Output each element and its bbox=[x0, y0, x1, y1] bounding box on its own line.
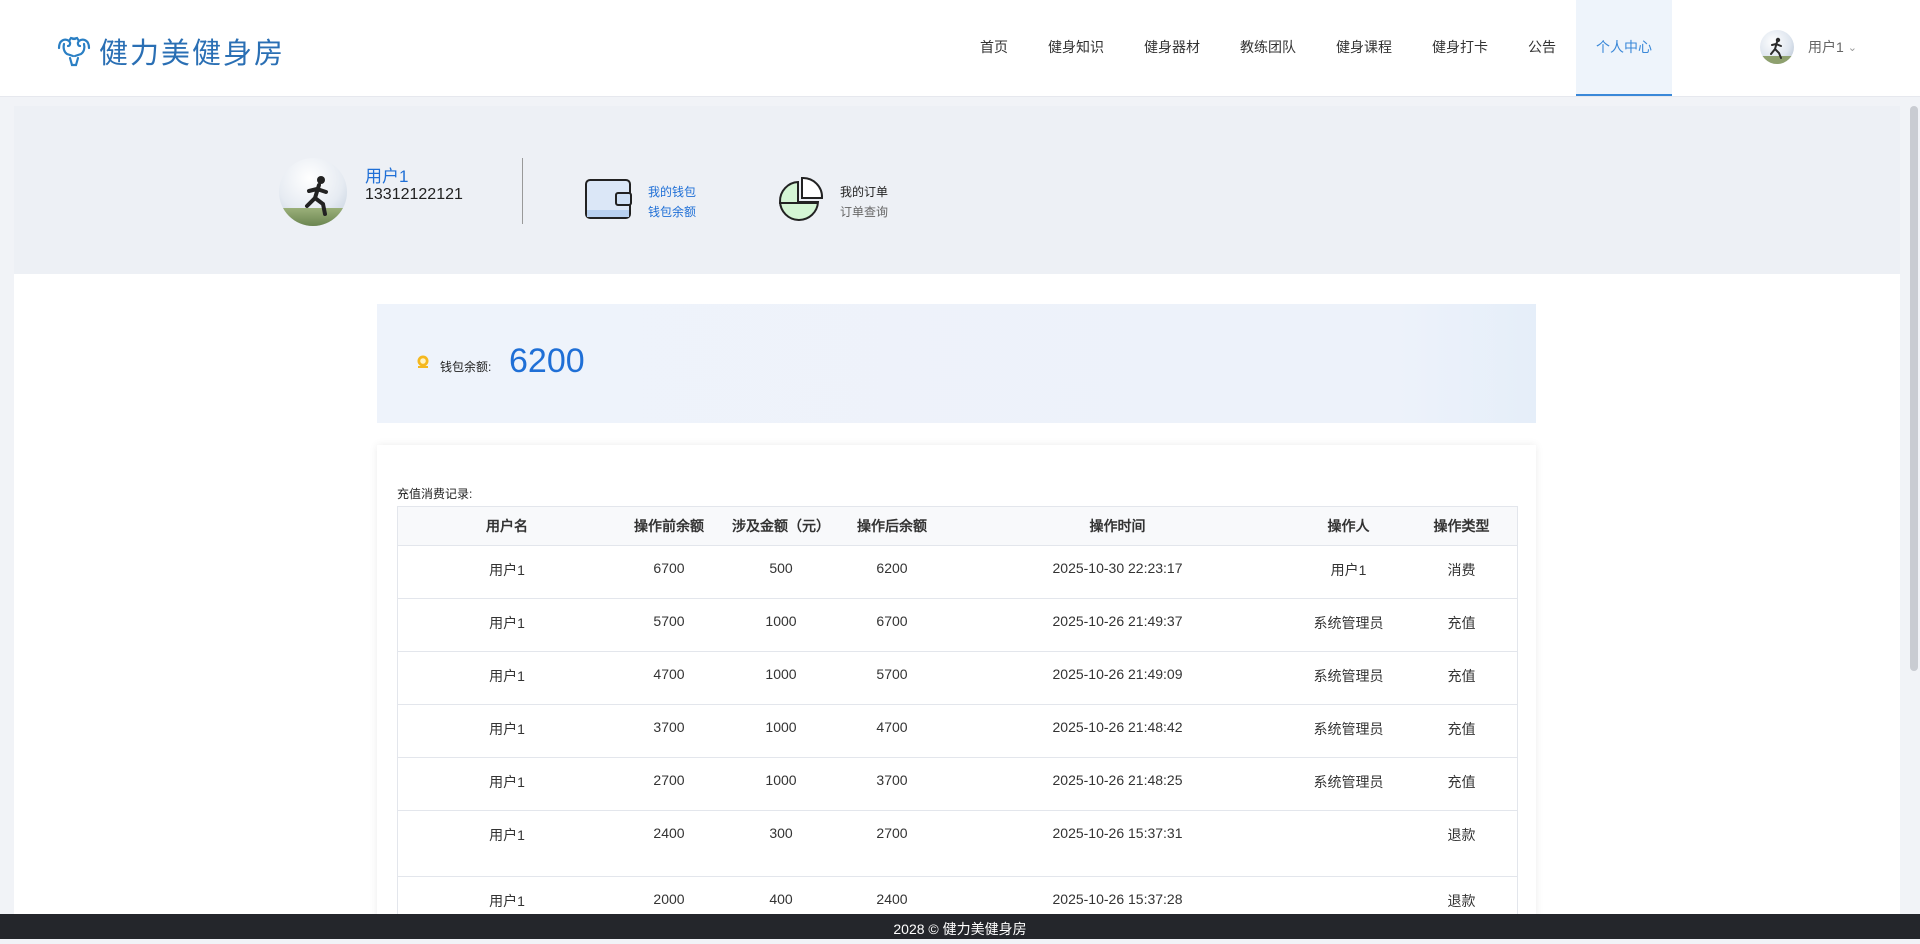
col-amount: 涉及金额（元） bbox=[732, 518, 830, 534]
cell-balance-before: 6700 bbox=[653, 560, 685, 576]
col-balance-before: 操作前余额 bbox=[634, 518, 704, 534]
table-row: 用户1 2400 300 2700 2025-10-26 15:37:31 退款 bbox=[398, 811, 1517, 877]
cell-username: 用户1 bbox=[489, 827, 525, 843]
records-title: 充值消费记录: bbox=[397, 487, 473, 501]
nav-home[interactable]: 首页 bbox=[960, 0, 1028, 96]
user-menu[interactable]: 用户1 ⌄ bbox=[1760, 30, 1857, 64]
records-card: 充值消费记录: 用户名 操作前余额 涉及金额（元） 操作后余额 操作时间 操作人… bbox=[377, 445, 1536, 930]
brand-logo[interactable]: 健力美健身房 bbox=[55, 30, 285, 72]
top-header: 健力美健身房 首页 健身知识 健身器材 教练团队 健身课程 健身打卡 公告 个人… bbox=[0, 0, 1920, 97]
page-scrollbar[interactable] bbox=[1910, 106, 1918, 671]
table-header: 用户名 操作前余额 涉及金额（元） 操作后余额 操作时间 操作人 操作类型 bbox=[398, 507, 1517, 546]
cell-balance-before: 3700 bbox=[653, 719, 685, 735]
col-balance-after: 操作后余额 bbox=[857, 518, 927, 534]
cell-type: 充值 bbox=[1447, 615, 1476, 631]
nav-courses[interactable]: 健身课程 bbox=[1316, 0, 1412, 96]
col-time: 操作时间 bbox=[1089, 518, 1146, 534]
page-footer: 2028 © 健力美健身房 bbox=[0, 914, 1920, 939]
nav-check-in[interactable]: 健身打卡 bbox=[1412, 0, 1508, 96]
cell-operator: 系统管理员 bbox=[1313, 721, 1384, 737]
runner-icon bbox=[305, 176, 328, 216]
cell-time: 2025-10-26 15:37:31 bbox=[1052, 825, 1183, 841]
cell-operator: 系统管理员 bbox=[1313, 615, 1384, 631]
cell-balance-after: 6200 bbox=[876, 560, 908, 576]
nav-personal-center[interactable]: 个人中心 bbox=[1576, 0, 1672, 96]
cell-balance-after: 4700 bbox=[876, 719, 908, 735]
table-row: 用户1 5700 1000 6700 2025-10-26 21:49:37 系… bbox=[398, 599, 1517, 652]
cell-operator: 系统管理员 bbox=[1313, 774, 1384, 790]
avatar bbox=[1760, 30, 1794, 64]
cell-time: 2025-10-26 21:48:25 bbox=[1052, 772, 1183, 788]
cell-username: 用户1 bbox=[489, 615, 525, 631]
brand-name: 健力美健身房 bbox=[99, 36, 286, 70]
nav-coach-team[interactable]: 教练团队 bbox=[1220, 0, 1316, 96]
nav-fitness-knowledge[interactable]: 健身知识 bbox=[1028, 0, 1124, 96]
nav-equipment[interactable]: 健身器材 bbox=[1124, 0, 1220, 96]
profile-phone: 13312122121 bbox=[365, 186, 463, 203]
cell-balance-before: 5700 bbox=[653, 613, 685, 629]
cell-time: 2025-10-26 21:48:42 bbox=[1052, 719, 1183, 735]
cell-username: 用户1 bbox=[489, 668, 525, 684]
table-row: 用户1 6700 500 6200 2025-10-30 22:23:17 用户… bbox=[398, 546, 1517, 599]
divider bbox=[522, 158, 523, 224]
cell-amount: 300 bbox=[769, 825, 793, 841]
wallet-title: 我的钱包 bbox=[648, 185, 697, 199]
balance-card: 钱包余额: 6200 bbox=[377, 304, 1536, 423]
wallet-subtitle: 钱包余额 bbox=[648, 205, 697, 219]
cell-type: 充值 bbox=[1447, 774, 1476, 790]
cell-amount: 500 bbox=[769, 560, 793, 576]
records-table: 用户名 操作前余额 涉及金额（元） 操作后余额 操作时间 操作人 操作类型 用户… bbox=[397, 506, 1518, 930]
cell-balance-after: 5700 bbox=[876, 666, 908, 682]
profile-avatar bbox=[279, 158, 347, 226]
cell-username: 用户1 bbox=[489, 774, 525, 790]
runner-icon bbox=[1760, 37, 1794, 64]
cell-balance-after: 3700 bbox=[876, 772, 908, 788]
wallet-icon[interactable] bbox=[584, 178, 634, 220]
cell-amount: 1000 bbox=[765, 719, 797, 735]
cell-balance-before: 2700 bbox=[653, 772, 685, 788]
cell-amount: 1000 bbox=[765, 666, 797, 682]
profile-username: 用户1 bbox=[365, 167, 409, 186]
wallet-link[interactable]: 我的钱包 钱包余额 bbox=[648, 182, 696, 222]
table-row: 用户1 2700 1000 3700 2025-10-26 21:48:25 系… bbox=[398, 758, 1517, 811]
table-row: 用户1 4700 1000 5700 2025-10-26 21:49:09 系… bbox=[398, 652, 1517, 705]
muscle-arm-icon bbox=[57, 36, 91, 67]
balance-label: 钱包余额: bbox=[440, 360, 492, 374]
col-type: 操作类型 bbox=[1433, 518, 1490, 534]
cell-amount: 1000 bbox=[765, 772, 797, 788]
table-row: 用户1 3700 1000 4700 2025-10-26 21:48:42 系… bbox=[398, 705, 1517, 758]
cell-time: 2025-10-30 22:23:17 bbox=[1052, 560, 1183, 576]
balance-value: 6200 bbox=[509, 342, 585, 380]
cell-balance-after: 2700 bbox=[876, 825, 908, 841]
orders-subtitle: 订单查询 bbox=[840, 205, 889, 219]
cell-amount: 1000 bbox=[765, 613, 797, 629]
cell-type: 消费 bbox=[1447, 562, 1476, 578]
cell-operator bbox=[1291, 811, 1406, 876]
cell-balance-before: 4700 bbox=[653, 666, 685, 682]
col-username: 用户名 bbox=[486, 518, 528, 534]
cell-username: 用户1 bbox=[489, 562, 525, 578]
orders-title: 我的订单 bbox=[840, 185, 889, 199]
col-operator: 操作人 bbox=[1327, 518, 1370, 534]
cell-type: 充值 bbox=[1447, 721, 1476, 737]
cell-username: 用户1 bbox=[489, 721, 525, 737]
orders-link[interactable]: 我的订单 订单查询 bbox=[840, 182, 888, 222]
cell-type: 退款 bbox=[1447, 827, 1476, 843]
pie-chart-icon[interactable] bbox=[776, 176, 824, 224]
nav-announcements[interactable]: 公告 bbox=[1508, 0, 1576, 96]
cell-type: 充值 bbox=[1447, 668, 1476, 684]
user-menu-name: 用户1 bbox=[1808, 39, 1844, 55]
chevron-down-icon: ⌄ bbox=[1847, 41, 1858, 54]
profile-summary: 用户1 13312122121 我的钱包 钱包余额 我的订单 订单查询 bbox=[14, 106, 1900, 274]
cell-balance-after: 6700 bbox=[876, 613, 908, 629]
main-nav: 首页 健身知识 健身器材 教练团队 健身课程 健身打卡 公告 个人中心 bbox=[960, 0, 1672, 96]
medal-icon bbox=[417, 355, 429, 368]
cell-operator: 用户1 bbox=[1330, 562, 1367, 578]
cell-time: 2025-10-26 21:49:09 bbox=[1052, 666, 1183, 682]
cell-operator: 系统管理员 bbox=[1313, 668, 1384, 684]
cell-time: 2025-10-26 21:49:37 bbox=[1052, 613, 1183, 629]
cell-balance-before: 2400 bbox=[653, 825, 685, 841]
footer-copyright: 2028 © 健力美健身房 bbox=[893, 921, 1027, 937]
